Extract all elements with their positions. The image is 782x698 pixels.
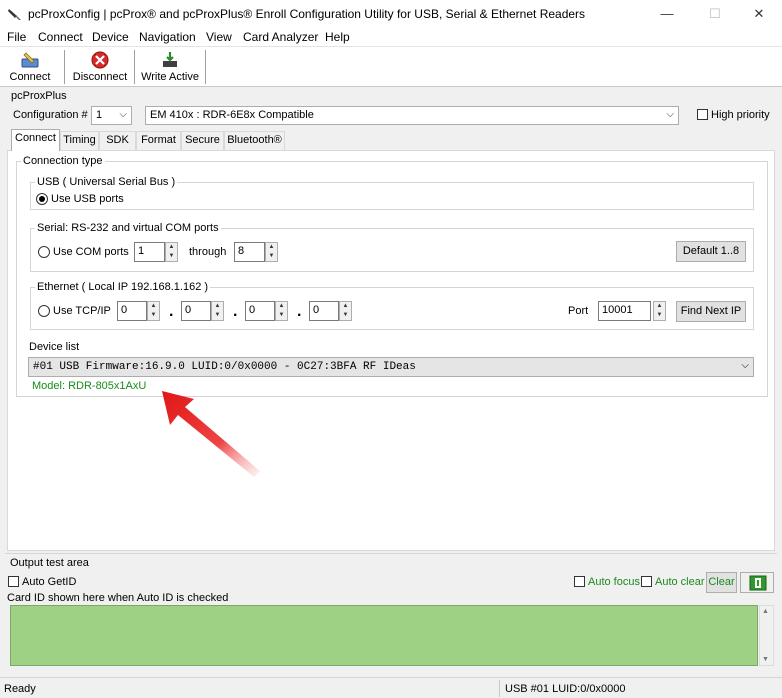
- config-group-title: pcProxPlus: [11, 90, 67, 102]
- through-label: through: [189, 246, 227, 258]
- find-next-ip-button[interactable]: Find Next IP: [676, 301, 746, 322]
- ip-octet-2-spinner[interactable]: ▲ ▼: [211, 301, 224, 321]
- close-button[interactable]: ✕: [736, 0, 782, 28]
- tcpip-radio[interactable]: [38, 305, 50, 317]
- port-label: Port: [568, 305, 589, 317]
- serial-legend: Serial: RS-232 and virtual COM ports: [35, 222, 221, 234]
- connect-label: Connect: [9, 71, 51, 83]
- toolbar-separator: [134, 50, 135, 84]
- ip-octet-4-spinner[interactable]: ▲ ▼: [339, 301, 352, 321]
- menu-device[interactable]: Device: [92, 30, 129, 44]
- status-right-text: USB #01 LUID:0/0x0000: [505, 683, 626, 695]
- tab-connect[interactable]: Connect: [11, 129, 60, 151]
- output-scrollbar[interactable]: ▲ ▼: [759, 605, 774, 666]
- auto-clear-label: Auto clear: [655, 576, 705, 588]
- write-active-label: Write Active: [141, 71, 199, 83]
- usb-legend: USB ( Universal Serial Bus ): [35, 176, 178, 188]
- toolbar: Connect Disconnect Write Active: [0, 47, 782, 87]
- disconnect-label: Disconnect: [72, 71, 128, 83]
- ethernet-legend: Ethernet ( Local IP 192.168.1.162 ): [35, 281, 211, 293]
- connect-button[interactable]: Connect: [4, 49, 56, 85]
- copy-icon: [749, 575, 767, 591]
- configuration-value: 1: [96, 109, 103, 121]
- tab-timing[interactable]: Timing: [60, 131, 99, 150]
- status-separator: [499, 680, 500, 697]
- port-spinner[interactable]: ▲ ▼: [653, 301, 666, 321]
- tcpip-radio-label: Use TCP/IP: [53, 305, 111, 317]
- red-arrow-annotation: [162, 391, 260, 477]
- menu-navigation[interactable]: Navigation: [139, 30, 196, 44]
- menu-connect[interactable]: Connect: [38, 30, 83, 44]
- menu-card-analyzer[interactable]: Card Analyzer: [243, 30, 318, 44]
- ip-octet-1-input[interactable]: 0: [117, 301, 147, 321]
- ip-dot: .: [169, 303, 174, 320]
- menu-bar: File Connect Device Navigation View Card…: [0, 28, 782, 47]
- scroll-up-icon[interactable]: ▲: [762, 608, 769, 615]
- card-id-output-textarea[interactable]: [10, 605, 758, 666]
- device-list-value: #01 USB Firmware:16.9.0 LUID:0/0x0000 - …: [33, 361, 416, 373]
- configuration-select[interactable]: 1 ⌵: [91, 106, 132, 125]
- com-to-spinner[interactable]: ▲ ▼: [265, 242, 278, 262]
- copy-button[interactable]: [740, 572, 774, 593]
- default-com-button[interactable]: Default 1..8: [676, 241, 746, 262]
- scroll-down-icon[interactable]: ▼: [762, 656, 769, 663]
- ip-octet-4-input[interactable]: 0: [309, 301, 339, 321]
- chevron-down-icon: ⌵: [741, 360, 749, 371]
- card-id-caption: Card ID shown here when Auto ID is check…: [7, 592, 229, 604]
- tab-bluetooth[interactable]: Bluetooth®: [224, 131, 285, 150]
- com-from-input[interactable]: 1: [134, 242, 165, 262]
- tab-format[interactable]: Format: [136, 131, 181, 150]
- high-priority-checkbox[interactable]: [697, 109, 708, 120]
- connect-icon: [21, 52, 39, 68]
- tab-secure[interactable]: Secure: [181, 131, 224, 150]
- com-radio-label: Use COM ports: [53, 246, 129, 258]
- high-priority-label: High priority: [711, 109, 770, 121]
- com-to-input[interactable]: 8: [234, 242, 265, 262]
- ip-octet-3-spinner[interactable]: ▲ ▼: [275, 301, 288, 321]
- auto-focus-checkbox[interactable]: [574, 576, 585, 587]
- auto-focus-label: Auto focus: [588, 576, 640, 588]
- chevron-down-icon: ⌵: [119, 109, 127, 120]
- write-active-icon: [163, 52, 177, 67]
- output-group-title: Output test area: [10, 557, 89, 569]
- ip-octet-3-input[interactable]: 0: [245, 301, 275, 321]
- tab-sdk[interactable]: SDK: [99, 131, 136, 150]
- ip-octet-1-spinner[interactable]: ▲ ▼: [147, 301, 160, 321]
- model-text: Model: RDR-805x1AxU: [32, 380, 147, 392]
- com-from-spinner[interactable]: ▲ ▼: [165, 242, 178, 262]
- window-title: pcProxConfig | pcProx® and pcProxPlus® E…: [28, 7, 586, 21]
- menu-view[interactable]: View: [206, 30, 232, 44]
- auto-getid-checkbox[interactable]: [8, 576, 19, 587]
- minimize-button[interactable]: —: [644, 0, 690, 28]
- write-active-button[interactable]: Write Active: [138, 49, 202, 85]
- usb-radio-label: Use USB ports: [51, 193, 124, 205]
- card-type-select[interactable]: EM 410x : RDR-6E8x Compatible ⌵: [145, 106, 679, 125]
- auto-getid-label: Auto GetID: [22, 576, 77, 588]
- toolbar-separator: [64, 50, 65, 84]
- com-radio[interactable]: [38, 246, 50, 258]
- ip-dot: .: [297, 303, 302, 320]
- device-list-label: Device list: [29, 341, 80, 353]
- app-icon: [8, 9, 21, 20]
- connection-type-legend: Connection type: [21, 155, 105, 167]
- card-type-value: EM 410x : RDR-6E8x Compatible: [150, 109, 314, 121]
- ip-octet-2-input[interactable]: 0: [181, 301, 211, 321]
- disconnect-button[interactable]: Disconnect: [70, 49, 130, 85]
- status-bar: Ready USB #01 LUID:0/0x0000: [0, 677, 782, 698]
- auto-clear-checkbox[interactable]: [641, 576, 652, 587]
- status-left-text: Ready: [4, 683, 36, 695]
- chevron-down-icon: ⌵: [666, 109, 674, 120]
- device-list-select[interactable]: #01 USB Firmware:16.9.0 LUID:0/0x0000 - …: [28, 357, 754, 377]
- maximize-button[interactable]: ☐: [692, 0, 738, 28]
- menu-file[interactable]: File: [7, 30, 26, 44]
- menu-help[interactable]: Help: [325, 30, 350, 44]
- usb-radio[interactable]: [36, 193, 48, 205]
- disconnect-icon: [91, 51, 109, 69]
- configuration-label: Configuration #: [13, 109, 88, 121]
- port-input[interactable]: 10001: [598, 301, 651, 321]
- toolbar-separator: [205, 50, 206, 84]
- ip-dot: .: [233, 303, 238, 320]
- clear-button[interactable]: Clear: [706, 572, 737, 593]
- title-bar: pcProxConfig | pcProx® and pcProxPlus® E…: [0, 0, 782, 28]
